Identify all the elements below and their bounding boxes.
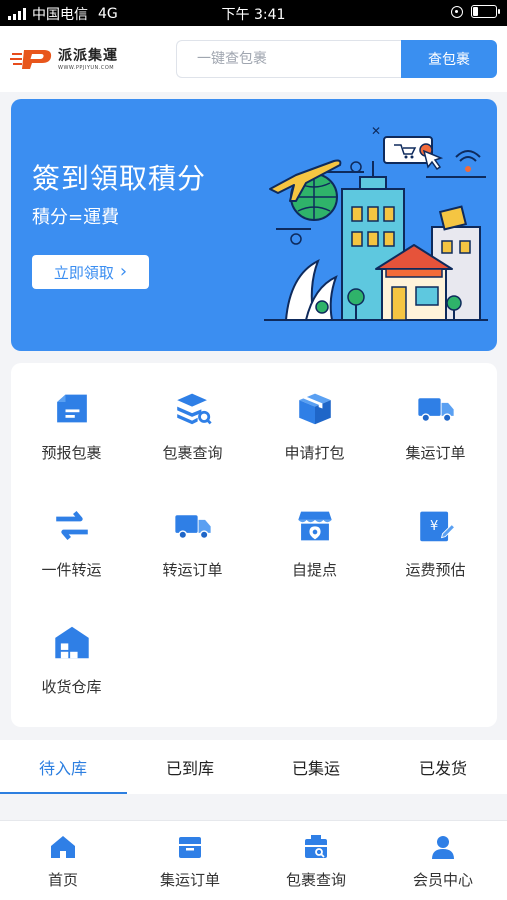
menu-item-packing[interactable]: 申请打包 bbox=[254, 363, 375, 463]
parcel-forecast-icon bbox=[56, 394, 87, 423]
logo-url: WWW.PPJIYUN.COM bbox=[58, 65, 115, 71]
parcel-search-icon bbox=[305, 835, 327, 858]
menu-label: 运费预估 bbox=[405, 561, 466, 579]
logo-icon bbox=[10, 50, 52, 69]
search-box bbox=[176, 40, 402, 78]
search-button[interactable]: 查包裹 bbox=[401, 40, 497, 78]
tab-consolidated[interactable]: 已集运 bbox=[253, 740, 379, 794]
nav-member-center[interactable]: 会员中心 bbox=[380, 821, 506, 900]
transfer-arrows-icon bbox=[55, 510, 88, 541]
search-input[interactable] bbox=[177, 41, 402, 77]
order-status-tabs: 待入库 已到库 已集运 已发货 bbox=[0, 740, 507, 794]
menu-label: 预报包裹 bbox=[41, 444, 102, 462]
active-tab-indicator bbox=[0, 792, 127, 794]
home-icon bbox=[51, 836, 75, 858]
tab-shipped[interactable]: 已发货 bbox=[380, 740, 506, 794]
menu-item-fee-estimate[interactable]: ¥ 运费预估 bbox=[375, 480, 496, 580]
menu-item-parcel-search[interactable]: 包裹查询 bbox=[132, 363, 253, 463]
status-right bbox=[451, 5, 500, 18]
fee-estimate-icon: ¥ bbox=[419, 511, 455, 542]
menu-label: 集运订单 bbox=[405, 444, 466, 462]
clock: 下午 3:41 bbox=[221, 7, 286, 23]
svg-text:¥: ¥ bbox=[430, 519, 438, 534]
header: 派派集運 WWW.PPJIYUN.COM 查包裹 bbox=[0, 26, 507, 92]
parcel-search-icon bbox=[176, 393, 212, 425]
box-icon bbox=[298, 393, 331, 425]
store-pin-icon bbox=[297, 511, 332, 541]
order-box-icon bbox=[179, 837, 201, 858]
menu-label: 转运订单 bbox=[162, 561, 223, 579]
tab-pending-inbound[interactable]: 待入库 bbox=[0, 740, 126, 794]
nav-consolidation-orders[interactable]: 集运订单 bbox=[127, 821, 253, 900]
nav-home[interactable]: 首页 bbox=[0, 821, 126, 900]
bottom-nav: 首页 集运订单 包裹查询 会员中心 bbox=[0, 820, 507, 900]
function-grid: 预报包裹 包裹查询 申请打包 集运订单 一件转运 转运订单 自提点 ¥ 运费预估… bbox=[11, 363, 497, 727]
banner-title: 簽到領取積分 bbox=[32, 162, 207, 195]
menu-label: 一件转运 bbox=[41, 561, 102, 579]
menu-item-warehouse[interactable]: 收货仓库 bbox=[11, 597, 132, 697]
nav-label: 首页 bbox=[47, 871, 78, 889]
menu-label: 申请打包 bbox=[284, 444, 345, 462]
menu-item-one-click-transfer[interactable]: 一件转运 bbox=[11, 480, 132, 580]
status-bar: 中国电信 4G 下午 3:41 bbox=[0, 0, 507, 26]
tab-arrived[interactable]: 已到库 bbox=[127, 740, 253, 794]
nav-parcel-search[interactable]: 包裹查询 bbox=[253, 821, 379, 900]
nav-label: 包裹查询 bbox=[285, 871, 346, 889]
claim-now-button[interactable]: 立即領取 › bbox=[32, 255, 149, 289]
logo[interactable]: 派派集運 WWW.PPJIYUN.COM bbox=[10, 40, 122, 76]
nav-label: 集运订单 bbox=[159, 871, 220, 889]
banner-subtitle: 積分=運費 bbox=[32, 207, 120, 228]
menu-item-pickup-point[interactable]: 自提点 bbox=[254, 480, 375, 580]
menu-label: 自提点 bbox=[291, 561, 337, 579]
svg-text:✕: ✕ bbox=[371, 124, 381, 138]
truck-icon bbox=[174, 515, 211, 540]
menu-item-consolidation-orders[interactable]: 集运订单 bbox=[375, 363, 496, 463]
rotation-lock-icon bbox=[451, 5, 463, 18]
logo-name: 派派集運 bbox=[58, 48, 118, 64]
claim-now-label: 立即領取 bbox=[53, 263, 114, 282]
truck-icon bbox=[417, 398, 454, 423]
user-icon bbox=[432, 836, 454, 859]
chevron-right-icon: › bbox=[119, 261, 128, 282]
menu-item-transfer-orders[interactable]: 转运订单 bbox=[132, 480, 253, 580]
menu-label: 包裹查询 bbox=[162, 444, 223, 462]
menu-label: 收货仓库 bbox=[41, 678, 102, 696]
city-logistics-illustration: ✕ . bbox=[264, 124, 488, 321]
nav-label: 会员中心 bbox=[412, 871, 473, 889]
warehouse-icon bbox=[54, 626, 89, 659]
menu-item-forecast[interactable]: 预报包裹 bbox=[11, 363, 132, 463]
checkin-banner[interactable]: 簽到領取積分 積分=運費 立即領取 › ✕ . bbox=[11, 99, 497, 351]
battery-icon bbox=[471, 5, 500, 18]
